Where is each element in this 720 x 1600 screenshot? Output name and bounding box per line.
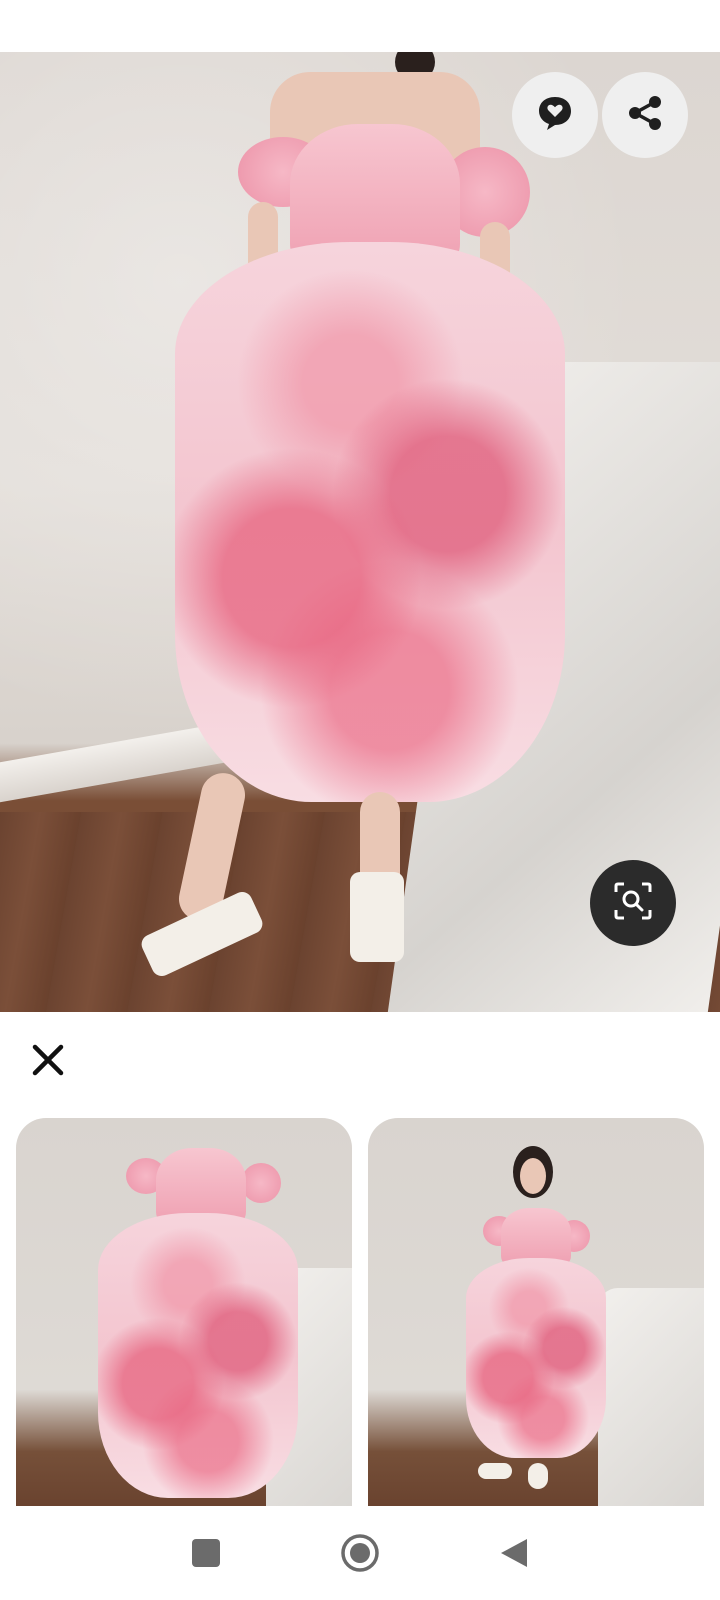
right-sleeve [241,1163,281,1203]
comment-heart-icon [535,93,575,138]
bed [598,1288,704,1506]
related-pin-card[interactable] [368,1118,704,1506]
right-sandal [528,1463,548,1489]
back-button[interactable] [492,1533,536,1577]
face [520,1158,546,1194]
dress-skirt [175,242,565,802]
visual-search-icon [612,880,654,927]
square-icon [191,1538,221,1573]
comment-button[interactable] [512,72,598,158]
status-bar [0,0,720,52]
close-button[interactable] [26,1040,70,1084]
pin-main-image[interactable] [0,52,720,1012]
dress-skirt [466,1258,606,1458]
share-icon [625,93,665,138]
dress-skirt [98,1213,298,1498]
home-button[interactable] [338,1533,382,1577]
system-navigation-bar [0,1510,720,1600]
circle-icon [340,1533,380,1578]
right-sandal [350,872,404,962]
related-pin-card[interactable] [16,1118,352,1506]
recents-button[interactable] [184,1533,228,1577]
share-button[interactable] [602,72,688,158]
triangle-back-icon [499,1537,529,1574]
close-icon [31,1043,65,1082]
left-sandal [478,1463,512,1479]
visual-search-button[interactable] [590,860,676,946]
